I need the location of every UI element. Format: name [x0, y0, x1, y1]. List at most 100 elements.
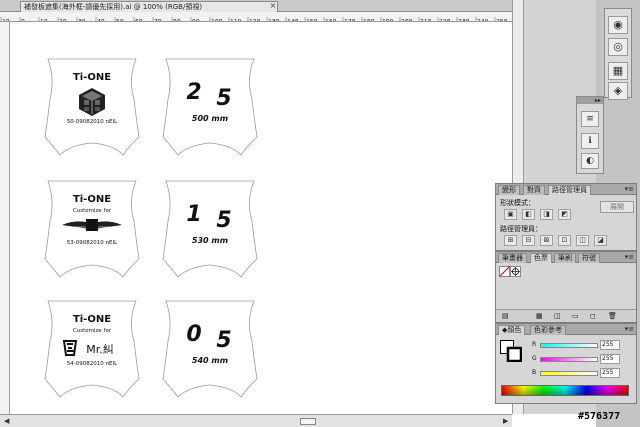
none-swatch-icon[interactable] [499, 266, 521, 277]
tag-big-left: 1 [186, 202, 201, 227]
ruler-label: 210 [420, 19, 432, 23]
ruler-label: 120 [249, 19, 261, 23]
ruler-label: 240 [477, 19, 489, 23]
ruler-ticks: 10 0 10 20 30 40 50 60 70 80 90 100 110 120 130 140 150 1… [0, 17, 508, 23]
ruler-label: 160 [325, 19, 337, 23]
channel-g-label: G [532, 355, 537, 362]
appearance-icon[interactable]: ◎ [608, 38, 628, 56]
minus-front-icon[interactable]: ◧ [522, 209, 535, 220]
tag-subtitle: Customize for [73, 208, 112, 214]
merge-icon[interactable]: ⊠ [540, 235, 553, 246]
ruler-label: 250 [496, 19, 508, 23]
expand-button[interactable]: 展開 [600, 201, 634, 213]
swatches-panel: 筆畫器 色票 筆刷 符號 ▾≡ ▤ ▦ ◫ ▭ ◻ 🗑 [495, 251, 637, 323]
info-icon[interactable]: ℹ [581, 133, 599, 149]
graphic-styles-icon[interactable]: ▦ [608, 62, 628, 80]
tag-subtitle: Customize for [73, 328, 112, 334]
ruler-label: 200 [401, 19, 413, 23]
tab-color-guide[interactable]: 色彩參考 [530, 325, 566, 335]
ruler-label: 10 [40, 19, 48, 23]
panel-menu-icon[interactable]: ▾≡ [625, 253, 634, 262]
ruler-label: 220 [439, 19, 451, 23]
tag-card-6[interactable]: 0 5 540 mm [162, 300, 258, 398]
ruler-label: 70 [154, 19, 162, 23]
horizontal-ruler[interactable]: 10 0 10 20 30 40 50 60 70 80 90 100 110 120 130 140 150 1… [0, 12, 512, 22]
tag-card-1[interactable]: Ti-ONE 50-09082010 nEIL [44, 58, 140, 156]
trim-icon[interactable]: ⊟ [522, 235, 535, 246]
tag-big-left: 2 [186, 80, 201, 105]
swatch-options-icon[interactable]: ◫ [554, 312, 561, 320]
tag-code: 53-09082010 nEIL [67, 240, 118, 246]
tab-transform[interactable]: 變形 [498, 185, 520, 195]
outline-icon[interactable]: ◫ [576, 235, 589, 246]
tag-brand: Ti-ONE [73, 194, 111, 205]
ruler-label: 20 [59, 19, 67, 23]
green-value-input[interactable]: 255 [600, 354, 620, 364]
scroll-thumb[interactable] [300, 418, 316, 425]
tab-stroke[interactable]: 筆畫器 [498, 253, 527, 263]
red-slider[interactable] [540, 343, 598, 348]
tag-code: 54-09082010 nEIL [67, 361, 118, 367]
stroke-icon[interactable]: ≡ [581, 111, 599, 127]
tab-color[interactable]: ◆顏色 [498, 325, 526, 335]
show-kinds-icon[interactable]: ▦ [536, 312, 543, 320]
fill-stroke-swatch-icon[interactable] [500, 340, 522, 362]
new-group-icon[interactable]: ▭ [572, 312, 579, 320]
ruler-label: 180 [363, 19, 375, 23]
collapsed-panel-header[interactable]: ▸▸ [577, 97, 603, 104]
horizontal-scrollbar[interactable]: ◀ ▶ [0, 414, 512, 427]
ruler-label: 50 [116, 19, 124, 23]
tag-outline [162, 180, 258, 278]
ruler-label: 0 [21, 19, 25, 23]
close-tab-icon[interactable]: × [269, 2, 277, 10]
ruler-label: 140 [287, 19, 299, 23]
vertical-ruler[interactable] [0, 22, 10, 414]
panel-menu-icon[interactable]: ▾≡ [625, 185, 634, 194]
document-tab[interactable]: 補發板遮集(海外框-請優先採用).ai @ 100% (RGB/預視) [20, 1, 278, 12]
red-value-input[interactable]: 255 [600, 340, 620, 350]
tab-align[interactable]: 對齊 [523, 185, 545, 195]
intersect-icon[interactable]: ◨ [540, 209, 553, 220]
ruler-label: 60 [135, 19, 143, 23]
ruler-label: 80 [173, 19, 181, 23]
pathfinder-panel-tabs: 變形 對齊 路徑管理員 ▾≡ [496, 184, 636, 195]
layers-icon[interactable]: ◈ [608, 82, 628, 100]
tab-symbols[interactable]: 符號 [578, 253, 600, 263]
tag-card-5[interactable]: Ti-ONE Customize for Mr.糾 54-09082010 nE… [44, 300, 140, 398]
ruler-label: 30 [78, 19, 86, 23]
tag-card-2[interactable]: 2 5 500 mm [162, 58, 258, 156]
record-icon[interactable]: ◉ [608, 16, 628, 34]
scroll-right-icon[interactable]: ▶ [503, 417, 508, 425]
pathfinder-panel: 變形 對齊 路徑管理員 ▾≡ 形狀模式： ▣ ◧ ◨ ◩ 展開 路徑管理員： ⊞… [495, 183, 637, 251]
ruler-label: 170 [344, 19, 356, 23]
ruler-label: 90 [192, 19, 200, 23]
tag-card-3[interactable]: Ti-ONE Customize for 53-09082010 nEIL [44, 180, 140, 278]
tag-brand: Ti-ONE [73, 72, 111, 83]
unite-icon[interactable]: ▣ [504, 209, 517, 220]
ruler-label: 100 [211, 19, 223, 23]
new-swatch-icon[interactable]: ◻ [590, 312, 596, 320]
tab-pathfinder[interactable]: 路徑管理員 [548, 185, 591, 195]
delete-swatch-icon[interactable]: 🗑 [608, 312, 617, 320]
panel-menu-icon[interactable]: ▾≡ [625, 325, 634, 334]
artboard[interactable]: Ti-ONE 50-09082010 nEIL 2 5 500 mm Ti-ON… [11, 23, 511, 414]
color-spectrum-bar[interactable] [501, 385, 629, 396]
tag-card-4[interactable]: 1 5 530 mm [162, 180, 258, 278]
tab-swatches[interactable]: 色票 [530, 253, 552, 263]
channel-r-label: R [532, 341, 537, 348]
minus-back-icon[interactable]: ◪ [594, 235, 607, 246]
transparency-icon[interactable]: ◐ [581, 153, 599, 169]
green-slider[interactable] [540, 357, 598, 362]
ruler-label: 130 [268, 19, 280, 23]
blue-slider[interactable] [540, 371, 598, 376]
blue-value-input[interactable]: 255 [600, 368, 620, 378]
scroll-left-icon[interactable]: ◀ [4, 417, 9, 425]
divide-icon[interactable]: ⊞ [504, 235, 517, 246]
crop-icon[interactable]: ⊡ [558, 235, 571, 246]
tag-code: 50-09082010 nEIL [67, 119, 118, 125]
ruler-label: 230 [458, 19, 470, 23]
exclude-icon[interactable]: ◩ [558, 209, 571, 220]
tab-brushes[interactable]: 筆刷 [554, 253, 576, 263]
swatch-library-icon[interactable]: ▤ [502, 312, 509, 320]
pathfinders-label: 路徑管理員： [500, 225, 542, 233]
